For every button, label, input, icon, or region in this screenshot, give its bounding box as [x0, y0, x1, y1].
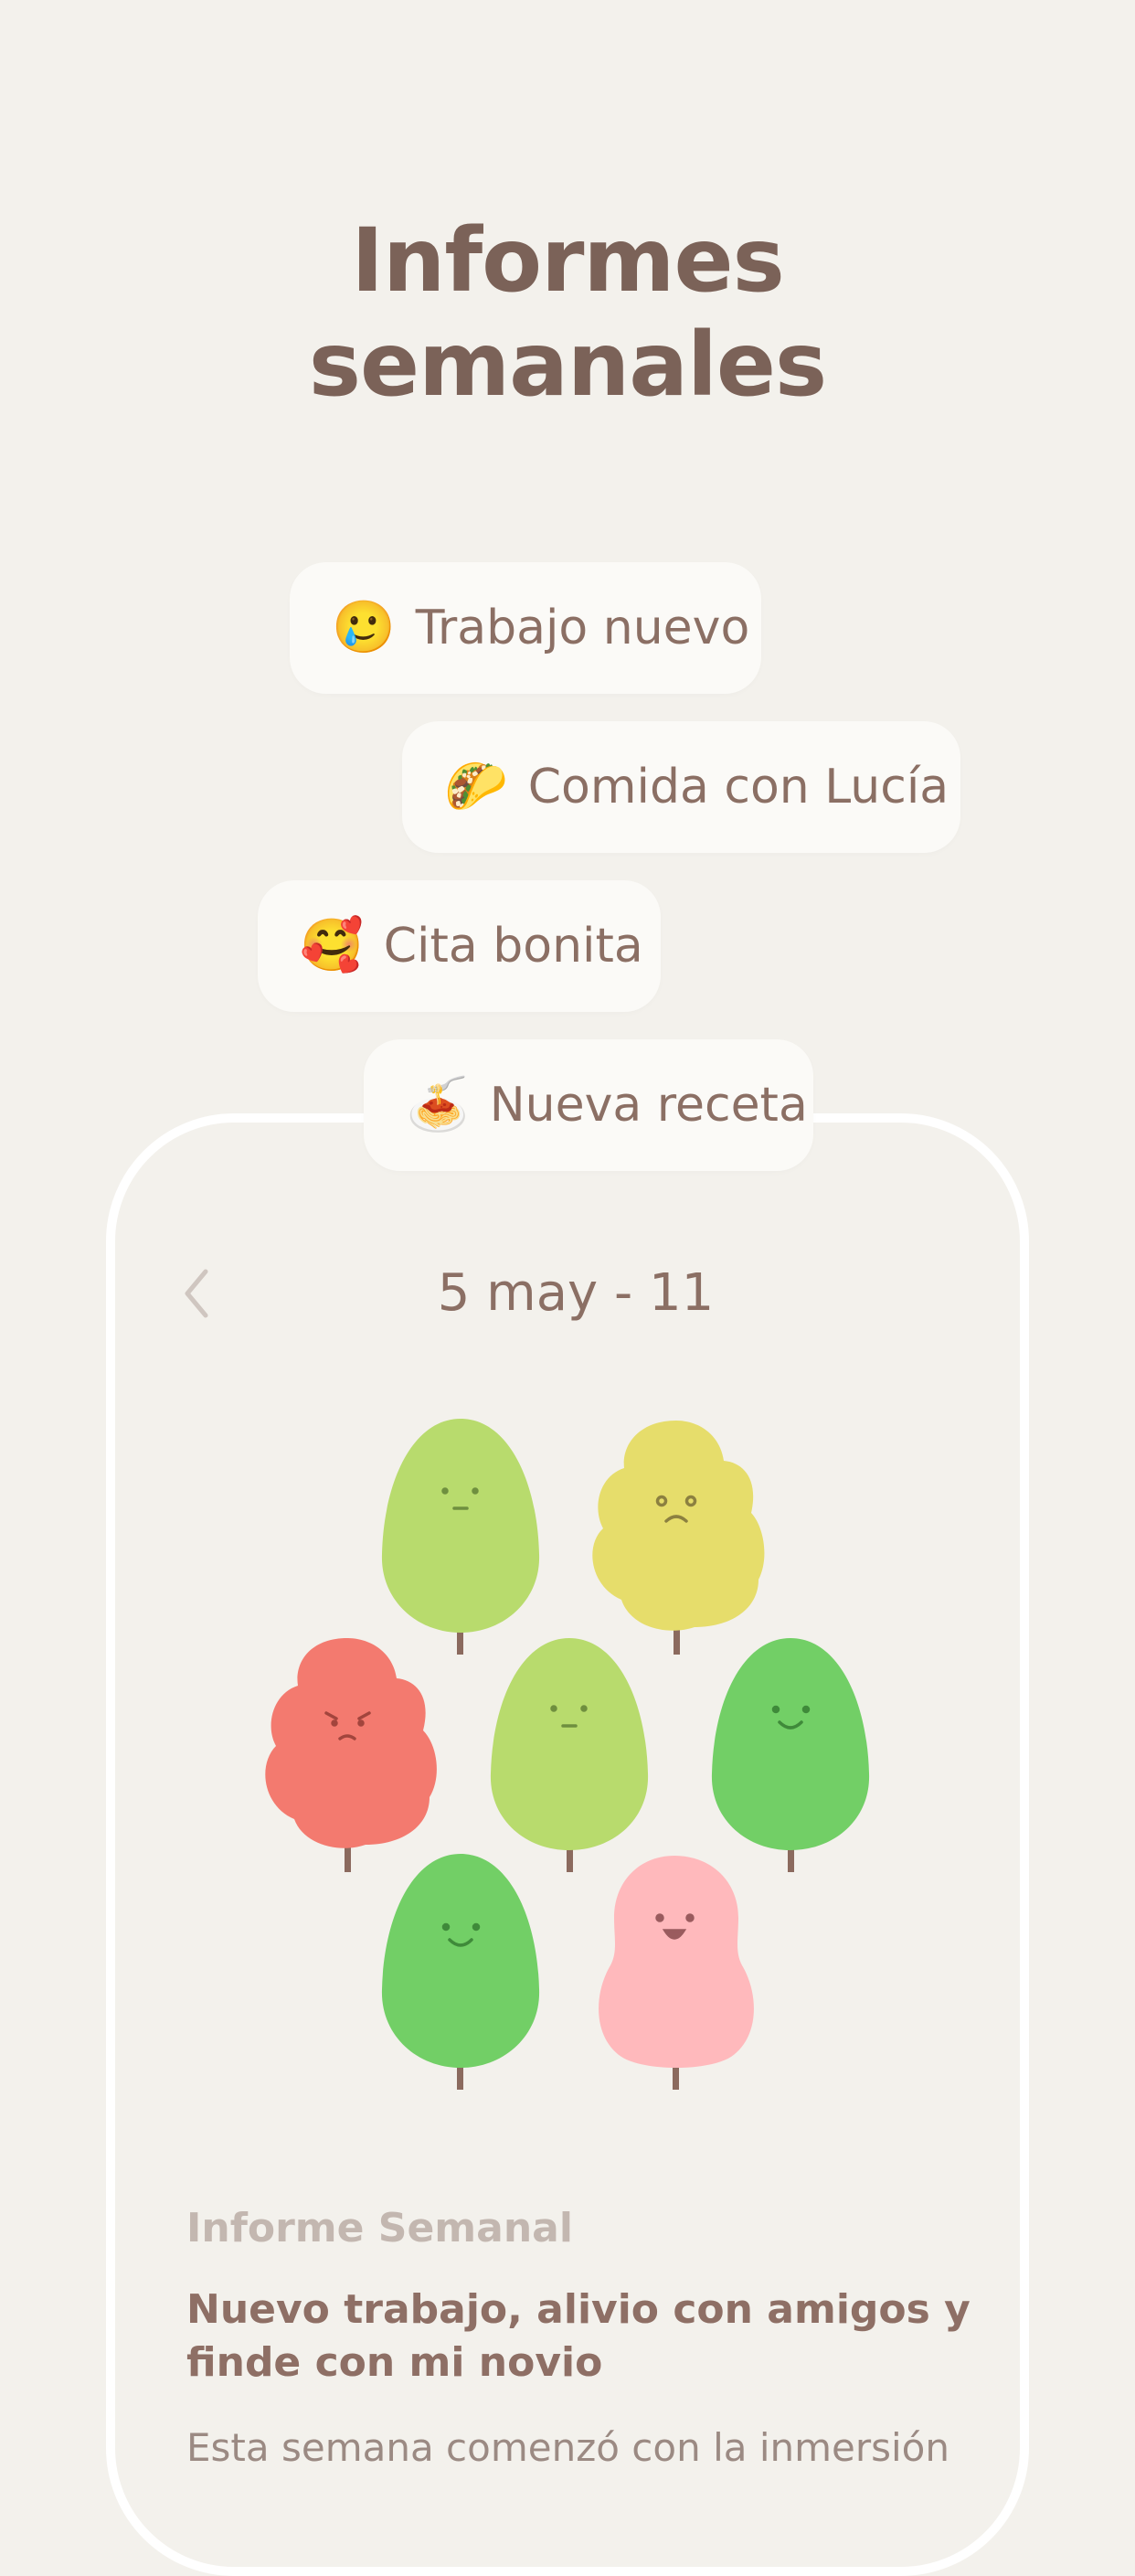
taco-emoji-icon: 🌮 [444, 757, 508, 816]
report-label: Informe Semanal [186, 2205, 573, 2251]
moment-chip-label: Trabajo nuevo [415, 601, 750, 655]
spaghetti-emoji-icon: 🍝 [406, 1075, 470, 1134]
report-title: Nuevo trabajo, alivio con amigos y finde… [186, 2286, 971, 2386]
page-title-line-2: semanales [308, 314, 827, 416]
smiling-hearts-emoji-icon: 🥰 [300, 916, 364, 975]
tear-smile-emoji-icon: 🥲 [332, 598, 396, 657]
moment-chip-receta[interactable]: 🍝 Nueva receta [364, 1039, 813, 1171]
week-range: 5 may - 11 [437, 1263, 715, 1323]
page-title-line-1: Informes [351, 209, 784, 312]
report-body: Esta semana comenzó con la inmersión [186, 2425, 949, 2470]
moment-chip-label: Nueva receta [489, 1078, 808, 1133]
page-title: Informes semanales [0, 208, 1135, 417]
moment-chip-trabajo[interactable]: 🥲 Trabajo nuevo [290, 562, 761, 694]
chevron-left-icon[interactable] [178, 1266, 215, 1321]
moment-chip-comida[interactable]: 🌮 Comida con Lucía [402, 721, 960, 853]
moment-chip-label: Comida con Lucía [527, 760, 949, 814]
moment-chip-label: Cita bonita [383, 919, 643, 974]
moment-chip-cita[interactable]: 🥰 Cita bonita [258, 880, 661, 1012]
